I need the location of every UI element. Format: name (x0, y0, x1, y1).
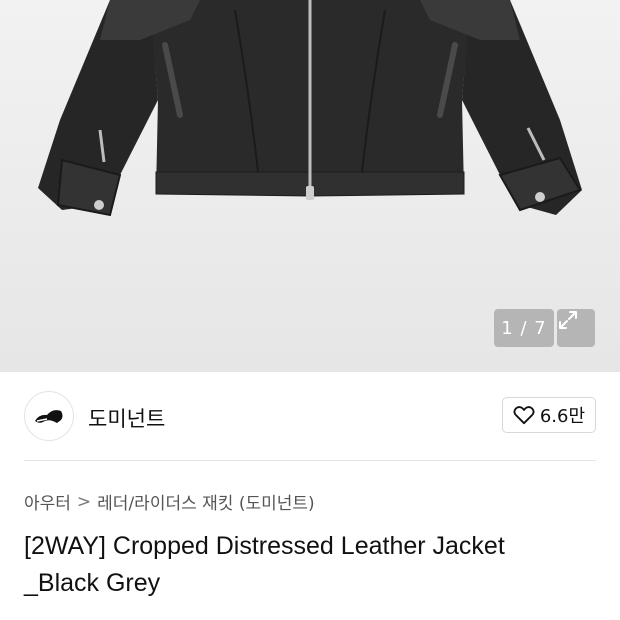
divider (24, 460, 596, 461)
expand-image-button[interactable] (557, 309, 595, 347)
product-title-line1: [2WAY] Cropped Distressed Leather Jacket (24, 532, 505, 560)
brand-name[interactable]: 도미넌트 (88, 403, 165, 433)
brand-row: 도미넌트 6.6만 (24, 390, 596, 442)
heart-outline-icon (513, 406, 535, 425)
brand-logo[interactable] (24, 391, 74, 441)
product-title-line2: _Black Grey (24, 569, 161, 597)
like-button[interactable]: 6.6만 (501, 397, 596, 433)
product-title: [2WAY] Cropped Distressed Leather Jacket… (24, 528, 604, 602)
expand-arrows-icon (559, 311, 577, 329)
breadcrumb-separator-icon: > (76, 491, 92, 512)
breadcrumb-category[interactable]: 아우터 (24, 489, 71, 514)
breadcrumb-subcategory[interactable]: 레더/라이더스 재킷 (도미넌트) (97, 489, 314, 514)
like-count: 6.6만 (539, 406, 585, 427)
image-counter: 1 / 7 (494, 309, 554, 347)
product-image-gallery[interactable]: 1 / 7 (0, 0, 620, 372)
breadcrumb: 아우터 > 레더/라이더스 재킷 (도미넌트) (24, 489, 315, 515)
brand-logo-icon (35, 410, 63, 423)
